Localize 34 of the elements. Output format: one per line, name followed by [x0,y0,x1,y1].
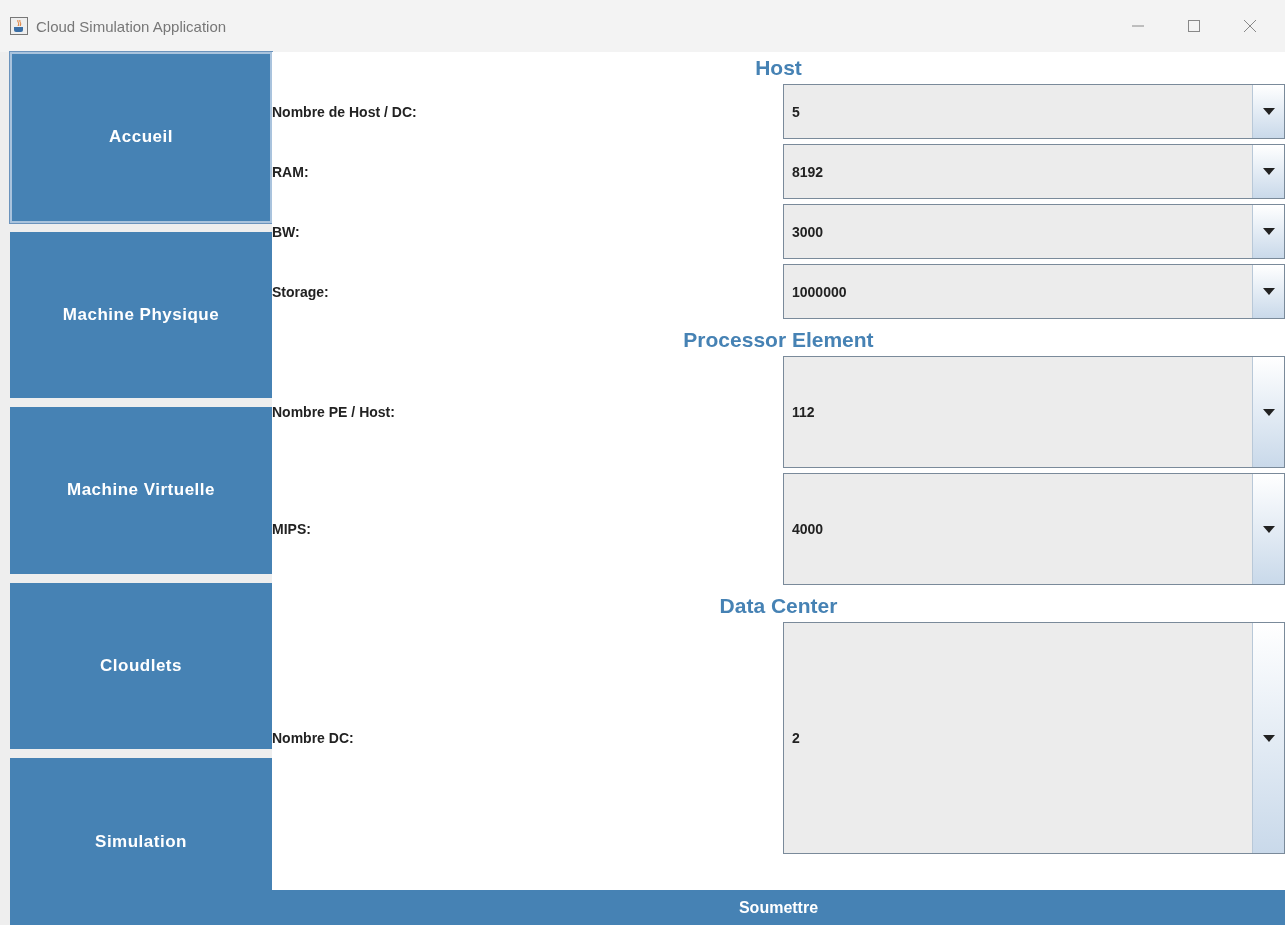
section-heading: Processor Element [682,327,875,353]
dropdown-arrow-icon[interactable] [1262,525,1275,533]
dropdown-field[interactable]: 1000000 [783,264,1285,319]
dropdown-arrow-icon[interactable] [1262,408,1275,416]
field-label: Nombre de Host / DC: [272,103,418,120]
close-icon[interactable] [1243,19,1257,33]
field-label: Nombre DC: [272,730,355,746]
dropdown-field[interactable]: 3000 [783,204,1285,259]
sidebar-button[interactable]: Accueil [10,52,272,223]
dropdown-field[interactable]: 8192 [783,144,1285,199]
dropdown-field[interactable]: 112 [783,356,1285,468]
dropdown-arrow-icon[interactable] [1262,288,1275,295]
submit-button[interactable]: Soumettre [272,890,1285,925]
dropdown-arrow-icon[interactable] [1262,108,1275,115]
field-label: Nombre PE / Host: [272,404,396,420]
field-label: MIPS: [272,521,312,537]
section-heading: Data Center [718,593,839,619]
field-label: RAM: [272,163,310,180]
dropdown-field[interactable]: 5 [783,84,1285,139]
sidebar-button[interactable]: Simulation [10,758,272,925]
section-heading: Host [754,55,803,81]
sidebar-button[interactable]: Machine Virtuelle [10,407,272,574]
field-label: BW: [272,223,301,240]
dropdown-arrow-icon[interactable] [1262,168,1275,175]
dropdown-field[interactable]: 2 [783,622,1285,854]
dropdown-field[interactable]: 4000 [783,473,1285,585]
field-label: Storage: [272,283,330,300]
dropdown-arrow-icon[interactable] [1262,734,1275,742]
sidebar-button[interactable]: Machine Physique [10,231,272,399]
coffee-cup-icon [10,17,28,35]
maximize-icon[interactable] [1187,19,1201,33]
sidebar-button[interactable]: Cloudlets [10,582,272,750]
dropdown-arrow-icon[interactable] [1262,228,1275,235]
window-title: Cloud Simulation Application [36,17,227,35]
